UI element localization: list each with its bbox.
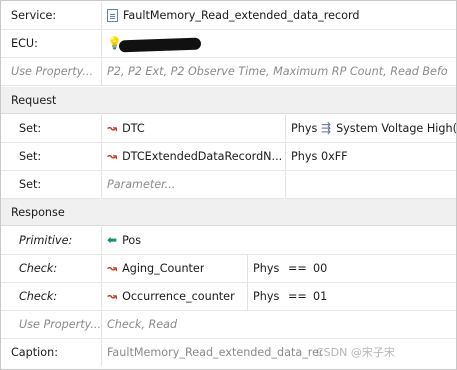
watermark: CSDN @宋子宋 xyxy=(316,346,395,359)
phys-label: Phys xyxy=(253,290,280,303)
request-row: Set: ↝ DTCExtendedDataRecordN... Phys 0xF… xyxy=(1,143,456,171)
request-row: Set: ↝ DTC Phys ⇶ System Voltage High( xyxy=(1,115,456,143)
set-label: Set: xyxy=(19,178,42,191)
request-row: Set: Parameter... xyxy=(1,171,456,199)
request-header: Request xyxy=(11,94,57,107)
check-name[interactable]: ↝ Occurrence_counter xyxy=(107,283,235,310)
param-name[interactable]: ↝ DTC xyxy=(107,115,145,142)
parameter-icon: ↝ xyxy=(107,288,118,303)
use-property-label: Use Property... xyxy=(11,65,94,78)
primitive-row: Primitive: ⬅ Pos xyxy=(1,227,456,255)
service-row: Service: FaultMemory_Read_extended_data_… xyxy=(1,2,456,30)
parameter-placeholder[interactable]: Parameter... xyxy=(107,171,175,198)
service-value[interactable]: FaultMemory_Read_extended_data_record xyxy=(107,2,360,29)
request-section-header[interactable]: Request xyxy=(1,87,456,114)
param-name[interactable]: ↝ DTCExtendedDataRecordN... xyxy=(107,143,285,170)
service-name: FaultMemory_Read_extended_data_record xyxy=(123,9,360,22)
set-label: Set: xyxy=(19,150,42,163)
service-label: Service: xyxy=(11,9,57,22)
check-row: Check: ↝ Occurrence_counter Phys == 01 xyxy=(1,283,456,311)
state-icon: ⇶ xyxy=(321,120,332,135)
operator: == xyxy=(288,290,307,303)
use-property-value[interactable]: P2, P2 Ext, P2 Observe Time, Maximum RP … xyxy=(107,58,447,85)
param-value[interactable]: ⇶ System Voltage High( xyxy=(321,115,456,142)
ecu-row: ECU: 💡 xyxy=(1,30,456,58)
check-label: Check: xyxy=(19,262,58,275)
parameter-icon: ↝ xyxy=(107,120,118,135)
use-property-label: Use Property... xyxy=(19,318,102,331)
check-label: Check: xyxy=(19,290,58,303)
arrow-left-icon: ⬅ xyxy=(107,232,118,247)
caption-value[interactable]: FaultMemory_Read_extended_data_record: D… xyxy=(107,339,322,366)
parameter-icon: ↝ xyxy=(107,148,118,163)
response-section-header[interactable]: Response xyxy=(1,199,456,226)
phys-label: Phys xyxy=(253,262,280,275)
param-value[interactable]: 0xFF xyxy=(321,143,348,170)
document-icon xyxy=(107,8,118,22)
primitive-label: Primitive: xyxy=(19,234,73,247)
phys-label: Phys xyxy=(291,122,318,135)
check-value[interactable]: 01 xyxy=(313,283,327,310)
use-property-value[interactable]: Check, Read xyxy=(107,311,177,338)
response-use-property-row: Use Property... Check, Read xyxy=(1,311,456,339)
redaction-mark xyxy=(118,37,202,53)
ecu-label: ECU: xyxy=(11,37,38,50)
check-name[interactable]: ↝ Aging_Counter xyxy=(107,255,204,282)
response-header: Response xyxy=(11,206,65,219)
parameter-icon: ↝ xyxy=(107,260,118,275)
operator: == xyxy=(288,262,307,275)
set-label: Set: xyxy=(19,122,42,135)
check-value[interactable]: 00 xyxy=(313,255,327,282)
use-property-row: Use Property... P2, P2 Ext, P2 Observe T… xyxy=(1,58,456,86)
primitive-value[interactable]: ⬅ Pos xyxy=(107,227,141,254)
check-row: Check: ↝ Aging_Counter Phys == 00 xyxy=(1,255,456,283)
phys-label: Phys xyxy=(291,150,318,163)
caption-label: Caption: xyxy=(11,346,58,359)
